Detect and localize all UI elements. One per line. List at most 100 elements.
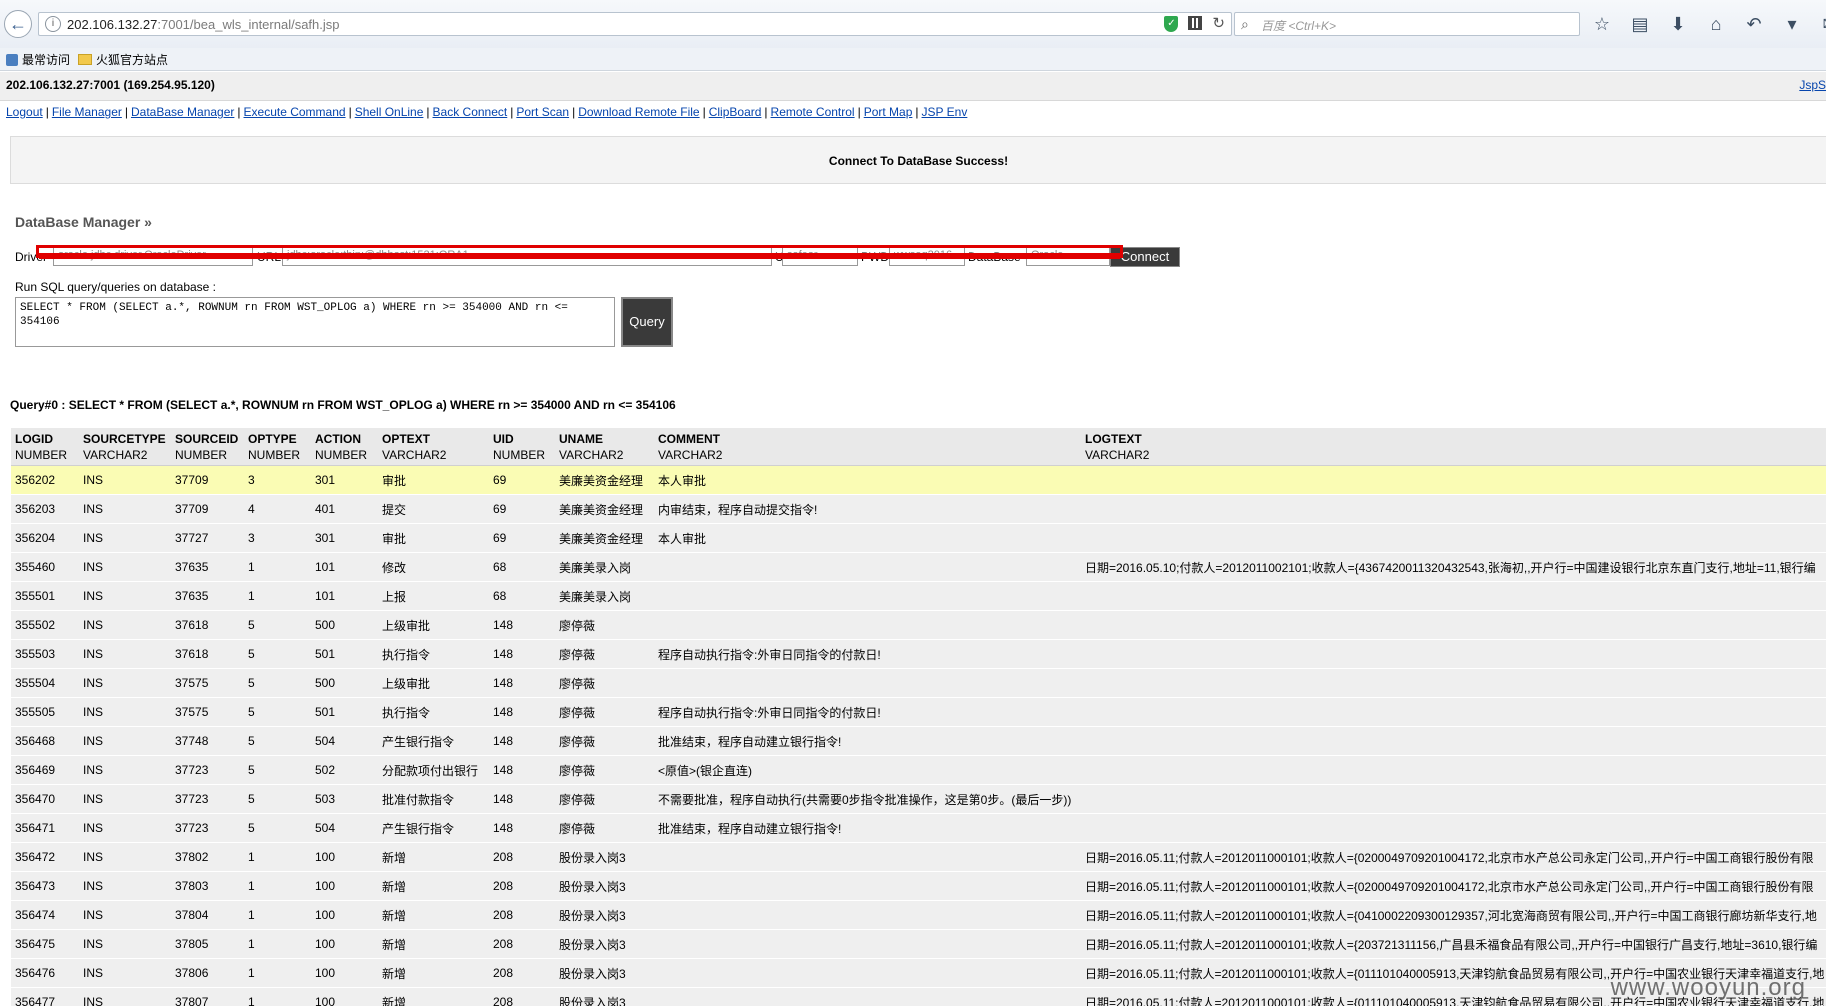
- chat-icon[interactable]: ✉: [1820, 14, 1826, 34]
- table-row[interactable]: 355503 INS 37618 5 501 执行指令 148 廖停薇 程序自动执行指令:外审日…: [11, 639, 1826, 669]
- menu-jsp-env[interactable]: JSP Env: [922, 105, 968, 119]
- reading-list-icon[interactable]: ▤: [1630, 14, 1650, 34]
- table-cell: 148: [489, 610, 555, 640]
- reload-icon[interactable]: ↻: [1212, 16, 1225, 32]
- table-row[interactable]: 355502 INS 37618 5 500 上级审批 148 廖停薇: [11, 610, 1826, 640]
- table-row[interactable]: 356469 INS 37723 5 502 分配款项付出银行 148 廖停薇 <原值>(银企直…: [11, 755, 1826, 785]
- table-cell: [1081, 755, 1826, 785]
- menu-download-remote-file[interactable]: Download Remote File: [578, 105, 699, 119]
- table-cell: 101: [311, 552, 378, 582]
- table-row[interactable]: 356474 INS 37804 1 100 新增 208 股份录入岗3 日期=2016.05.…: [11, 900, 1826, 930]
- bookmark-star-icon[interactable]: ☆: [1592, 14, 1612, 34]
- table-cell: 355503: [11, 639, 79, 669]
- table-cell: 301: [311, 523, 378, 553]
- browser-toolbar: ← i 202.106.132.27:7001/bea_wls_internal…: [0, 0, 1826, 49]
- search-placeholder: 百度 <Ctrl+K>: [1261, 19, 1337, 33]
- bookmark-firefox-site[interactable]: 火狐官方站点: [78, 51, 168, 68]
- table-body: 356202 INS 37709 3 301 审批 69 美廉美资金经理 本人审批 356203 I…: [11, 465, 1826, 1006]
- table-row[interactable]: 356468 INS 37748 5 504 产生银行指令 148 廖停薇 批准结束，程序自动建…: [11, 726, 1826, 756]
- table-cell: 股份录入岗3: [555, 842, 654, 872]
- bookmark-most-visited[interactable]: 最常访问: [6, 51, 70, 68]
- table-cell: 提交: [378, 494, 489, 524]
- table-row[interactable]: 355501 INS 37635 1 101 上报 68 美廉美录入岗: [11, 581, 1826, 611]
- table-cell: INS: [79, 958, 171, 988]
- table-row[interactable]: 356476 INS 37806 1 100 新增 208 股份录入岗3 日期=2016.05.…: [11, 958, 1826, 988]
- chevron-down-icon[interactable]: ▾: [1782, 14, 1802, 34]
- table-cell: 301: [311, 465, 378, 495]
- table-row[interactable]: 356204 INS 37727 3 301 审批 69 美廉美资金经理 本人审批: [11, 523, 1826, 553]
- table-cell: 355505: [11, 697, 79, 727]
- table-cell: [1081, 813, 1826, 843]
- table-cell: 37805: [171, 929, 244, 959]
- table-cell: 37575: [171, 668, 244, 698]
- table-row[interactable]: 355505 INS 37575 5 501 执行指令 148 廖停薇 程序自动执行指令:外审日…: [11, 697, 1826, 727]
- menu-back-connect[interactable]: Back Connect: [433, 105, 508, 119]
- table-row[interactable]: 356202 INS 37709 3 301 审批 69 美廉美资金经理 本人审批: [11, 465, 1826, 495]
- table-cell: 廖停薇: [555, 668, 654, 698]
- table-cell: 1: [244, 929, 311, 959]
- jsps-link[interactable]: JspS: [1799, 78, 1826, 92]
- table-cell: 208: [489, 987, 555, 1006]
- menu-port-scan[interactable]: Port Scan: [516, 105, 569, 119]
- table-cell: 356475: [11, 929, 79, 959]
- search-input[interactable]: ⌕ 百度 <Ctrl+K>: [1234, 12, 1580, 36]
- column-name: COMMENT: [658, 432, 720, 446]
- table-row[interactable]: 356477 INS 37807 1 100 新增 208 股份录入岗3 日期=2016.05.…: [11, 987, 1826, 1006]
- table-cell: 148: [489, 697, 555, 727]
- table-row[interactable]: 355504 INS 37575 5 500 上级审批 148 廖停薇: [11, 668, 1826, 698]
- table-cell: [1081, 784, 1826, 814]
- info-icon[interactable]: i: [45, 16, 61, 32]
- column-header: UNAME VARCHAR2: [555, 428, 654, 466]
- table-cell: 1: [244, 552, 311, 582]
- section-title: DataBase Manager »: [15, 214, 152, 230]
- table-cell: INS: [79, 523, 171, 553]
- table-row[interactable]: 356470 INS 37723 5 503 批准付款指令 148 廖停薇 不需要批准，程序自动…: [11, 784, 1826, 814]
- table-cell: 37727: [171, 523, 244, 553]
- table-cell: 37635: [171, 552, 244, 582]
- table-cell: 100: [311, 900, 378, 930]
- table-cell: INS: [79, 610, 171, 640]
- table-cell: 股份录入岗3: [555, 987, 654, 1006]
- table-row[interactable]: 355460 INS 37635 1 101 修改 68 美廉美录入岗 日期=2016.05.1…: [11, 552, 1826, 582]
- table-cell: [654, 610, 1081, 640]
- home-icon[interactable]: ⌂: [1706, 14, 1726, 34]
- shield-icon[interactable]: ✓: [1164, 16, 1179, 32]
- menu-database-manager[interactable]: DataBase Manager: [131, 105, 234, 119]
- undo-icon[interactable]: ↶: [1744, 14, 1764, 34]
- menu-file-manager[interactable]: File Manager: [52, 105, 122, 119]
- table-cell: 股份录入岗3: [555, 929, 654, 959]
- menu-port-map[interactable]: Port Map: [864, 105, 913, 119]
- table-row[interactable]: 356475 INS 37805 1 100 新增 208 股份录入岗3 日期=2016.05.…: [11, 929, 1826, 959]
- table-cell: 69: [489, 523, 555, 553]
- table-cell: 69: [489, 494, 555, 524]
- menu-clipboard[interactable]: ClipBoard: [709, 105, 762, 119]
- table-cell: 37635: [171, 581, 244, 611]
- download-icon[interactable]: ⬇: [1668, 14, 1688, 34]
- menu-shell-online[interactable]: Shell OnLine: [355, 105, 424, 119]
- table-row[interactable]: 356473 INS 37803 1 100 新增 208 股份录入岗3 日期=2016.05.…: [11, 871, 1826, 901]
- table-cell: 100: [311, 987, 378, 1006]
- table-cell: 504: [311, 726, 378, 756]
- table-row[interactable]: 356472 INS 37802 1 100 新增 208 股份录入岗3 日期=2016.05.…: [11, 842, 1826, 872]
- table-row[interactable]: 356203 INS 37709 4 401 提交 69 美廉美资金经理 内审结束，程序自动提交…: [11, 494, 1826, 524]
- menu-remote-control[interactable]: Remote Control: [771, 105, 855, 119]
- table-cell: 5: [244, 726, 311, 756]
- menu-logout[interactable]: Logout: [6, 105, 43, 119]
- results-table-wrap[interactable]: LOGID NUMBER SOURCETYPE VARCHAR2 SOURCEID NUM…: [11, 428, 1826, 1006]
- qr-code-icon[interactable]: [1188, 16, 1203, 30]
- table-cell: INS: [79, 494, 171, 524]
- table-cell: 37709: [171, 465, 244, 495]
- query-button[interactable]: Query: [621, 297, 673, 347]
- back-arrow-icon[interactable]: ←: [4, 10, 32, 38]
- address-bar[interactable]: i 202.106.132.27:7001/bea_wls_internal/s…: [38, 12, 1232, 36]
- sql-textarea[interactable]: SELECT * FROM (SELECT a.*, ROWNUM rn FRO…: [15, 297, 615, 347]
- table-cell: 分配款项付出银行: [378, 755, 489, 785]
- table-cell: [654, 958, 1081, 988]
- table-cell: 356468: [11, 726, 79, 756]
- table-cell: 5: [244, 610, 311, 640]
- search-icon: ⌕: [1241, 16, 1249, 32]
- table-cell: 美廉美资金经理: [555, 465, 654, 495]
- table-row[interactable]: 356471 INS 37723 5 504 产生银行指令 148 廖停薇 批准结束，程序自动建…: [11, 813, 1826, 843]
- menu-execute-command[interactable]: Execute Command: [244, 105, 346, 119]
- table-cell: 148: [489, 784, 555, 814]
